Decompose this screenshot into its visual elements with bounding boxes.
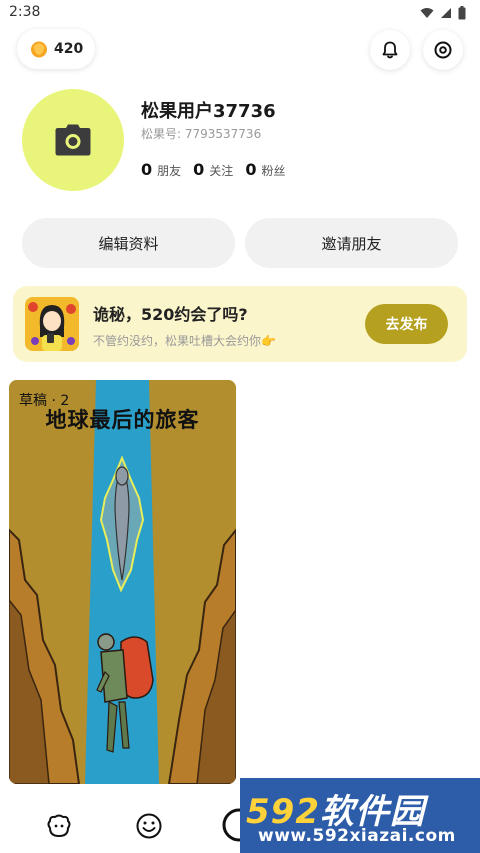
invite-friends-button[interactable]: 邀请朋友 — [245, 218, 458, 268]
home-face-icon — [47, 814, 71, 837]
publish-button[interactable]: 去发布 — [365, 304, 448, 344]
settings-button[interactable] — [423, 30, 463, 70]
draft-cover-image — [9, 380, 236, 784]
stat-friends[interactable]: 0 朋友 — [141, 160, 181, 179]
camera-icon — [55, 124, 91, 156]
coin-icon — [31, 41, 47, 58]
stat-label: 粉丝 — [261, 164, 286, 178]
stat-number: 0 — [245, 160, 257, 179]
banner-title: 诡秘，520约会了吗? — [93, 305, 248, 324]
draft-card[interactable]: 草稿 · 2 地球最后的旅客 — [9, 380, 236, 784]
coin-count: 420 — [54, 41, 84, 57]
status-icons — [420, 6, 466, 20]
status-time: 2:38 — [9, 4, 41, 20]
user-id: 松果号: 7793537736 — [141, 127, 262, 141]
battery-icon — [458, 6, 466, 20]
status-bar: 2:38 — [0, 0, 480, 26]
coin-balance-button[interactable]: 420 — [17, 29, 95, 69]
notification-button[interactable] — [370, 30, 410, 70]
avatar[interactable] — [22, 89, 124, 191]
tab-discover[interactable] — [134, 811, 164, 841]
draft-title: 地球最后的旅客 — [45, 408, 200, 432]
stat-label: 朋友 — [157, 164, 182, 178]
promo-banner[interactable]: 诡秘，520约会了吗? 不管约没约，松果吐槽大会约你👉 去发布 — [13, 286, 467, 362]
stat-followers[interactable]: 0 粉丝 — [245, 160, 285, 179]
stat-label: 关注 — [209, 164, 234, 178]
username: 松果用户37736 — [141, 101, 276, 122]
edit-profile-button[interactable]: 编辑资料 — [22, 218, 235, 268]
stat-number: 0 — [193, 160, 205, 179]
tab-home[interactable] — [44, 811, 74, 841]
bell-icon — [382, 41, 398, 59]
watermark-url: www.592xiazai.com — [258, 826, 456, 846]
smile-icon — [136, 813, 162, 839]
banner-subtitle: 不管约没约，松果吐槽大会约你👉 — [93, 334, 276, 348]
site-watermark: 592软件园 www.592xiazai.com — [240, 778, 480, 853]
signal-icon — [441, 8, 451, 18]
banner-illustration — [25, 297, 79, 351]
profile-stats: 0 朋友 0 关注 0 粉丝 — [141, 160, 285, 179]
stat-number: 0 — [141, 160, 153, 179]
settings-icon — [434, 41, 452, 59]
wifi-icon — [420, 8, 434, 18]
stat-following[interactable]: 0 关注 — [193, 160, 233, 179]
